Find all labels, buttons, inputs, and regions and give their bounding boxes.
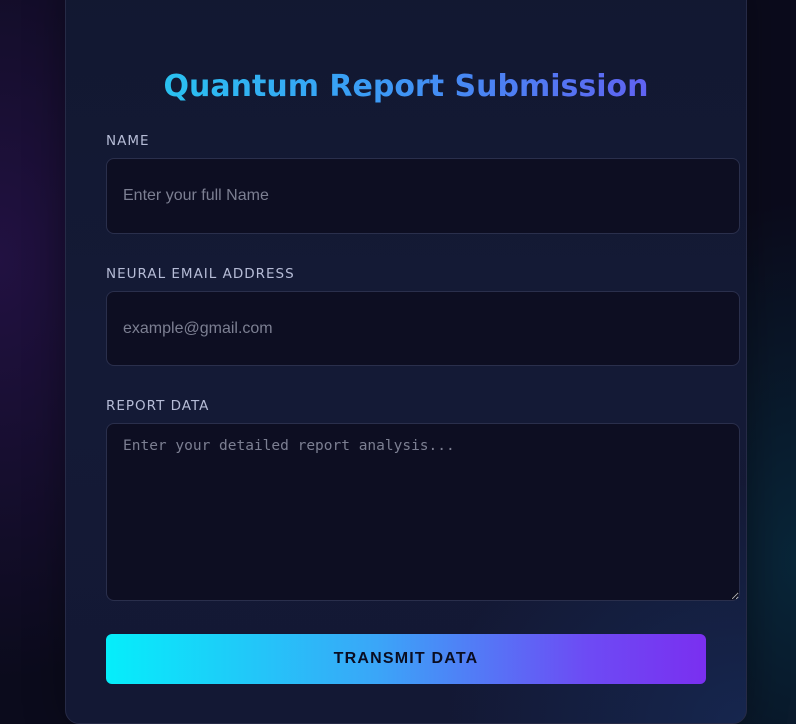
email-input[interactable]: [106, 291, 740, 366]
report-label: REPORT DATA: [106, 398, 210, 414]
report-form-card: Quantum Report Submission NAME NEURAL EM…: [65, 0, 747, 724]
transmit-button[interactable]: TRANSMIT DATA: [106, 634, 706, 684]
report-textarea[interactable]: [106, 423, 740, 601]
form-title: Quantum Report Submission: [66, 67, 746, 107]
name-label: NAME: [106, 133, 150, 149]
email-label: NEURAL EMAIL ADDRESS: [106, 266, 295, 282]
name-input[interactable]: [106, 158, 740, 234]
